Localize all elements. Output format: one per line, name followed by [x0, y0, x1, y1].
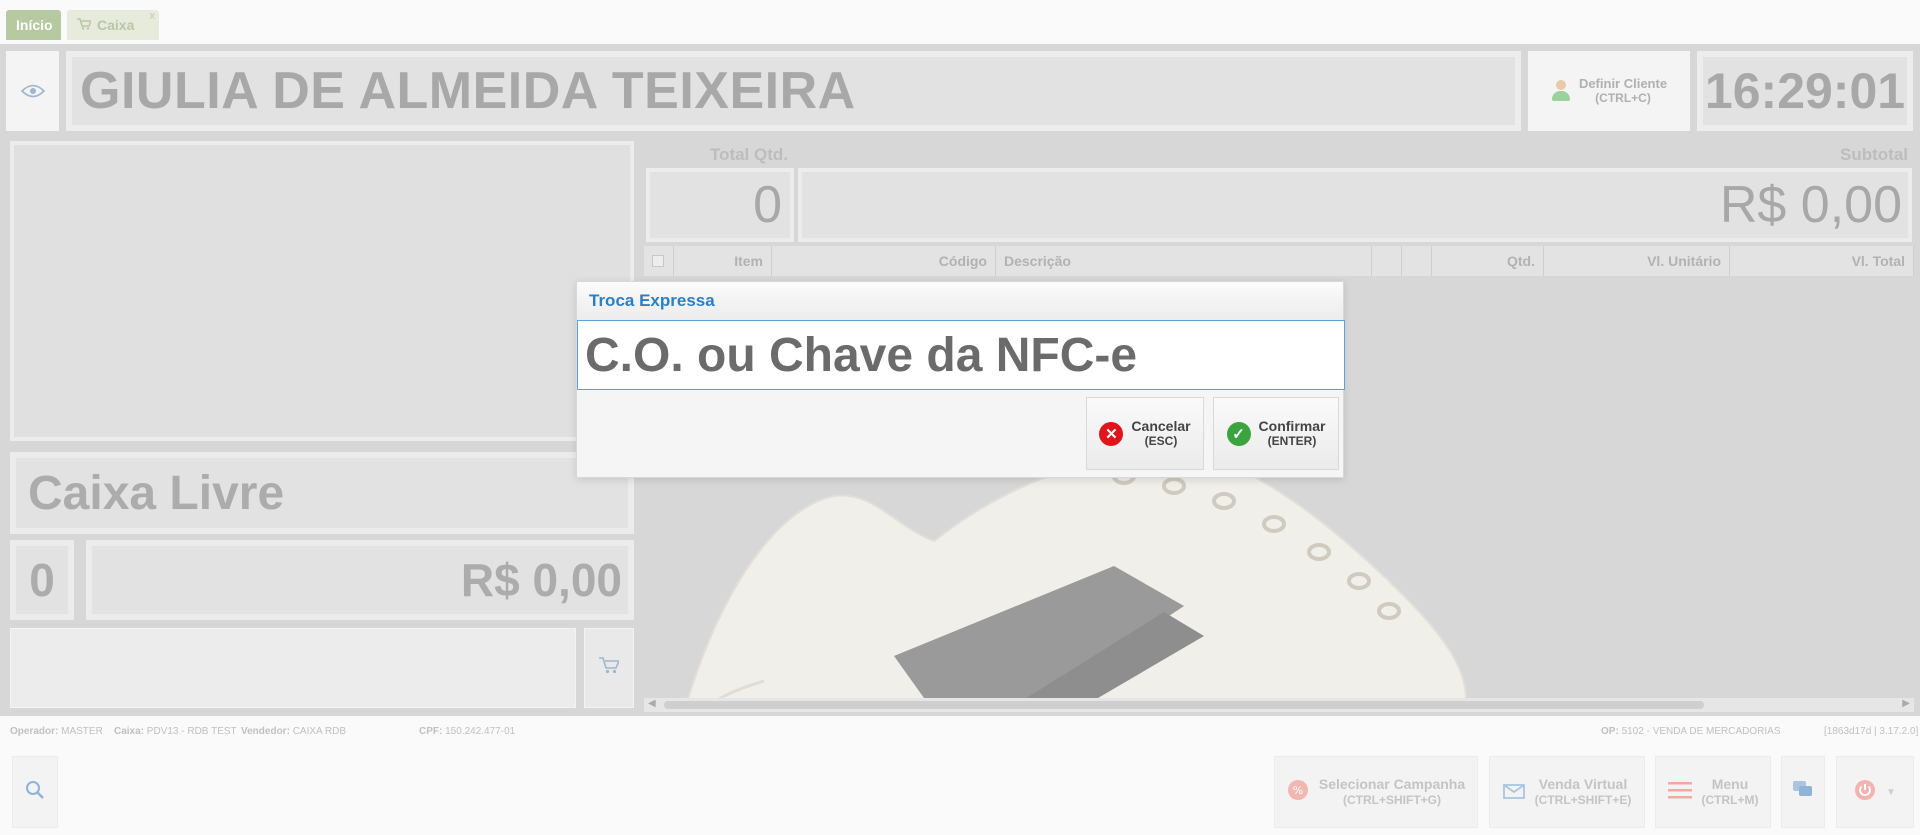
define-client-shortcut: (CTRL+C) — [1595, 91, 1651, 105]
virtual-sale-shortcut: (CTRL+SHIFT+E) — [1534, 793, 1632, 807]
dialog-title: Troca Expressa — [577, 282, 1343, 320]
chevron-down-icon[interactable]: ▼ — [1886, 787, 1896, 798]
virtual-sale-button[interactable]: Venda Virtual (CTRL+SHIFT+E) — [1489, 756, 1645, 828]
vendedor-label: Vendedor: — [241, 726, 290, 737]
operador-value: MASTER — [61, 726, 103, 737]
col-descricao[interactable]: Descrição — [996, 246, 1372, 276]
horizontal-scrollbar[interactable]: ◀ ▶ — [644, 698, 1914, 712]
col-item[interactable]: Item — [674, 246, 772, 276]
subtotal-label: Subtotal — [1840, 145, 1908, 164]
cart-icon — [599, 657, 621, 679]
subtotal-display: R$ 0,00 — [798, 168, 1912, 242]
cpf-label: CPF: — [419, 726, 443, 737]
op-value: 5102 - VENDA DE MERCADORIAS — [1621, 726, 1781, 737]
col-vl-unitario[interactable]: Vl. Unitário — [1544, 246, 1730, 276]
scroll-right-icon[interactable]: ▶ — [1902, 698, 1910, 709]
tab-inicio[interactable]: Início — [6, 10, 61, 40]
version-label: [1863d17d | 3.17.2.0] — [1824, 726, 1919, 737]
search-icon — [25, 780, 45, 805]
campaign-shortcut: (CTRL+SHIFT+G) — [1343, 793, 1441, 807]
clock-display: 16:29:01 — [1697, 51, 1913, 131]
cancel-button[interactable]: ✕ Cancelar (ESC) — [1086, 397, 1204, 470]
op-label: OP: — [1601, 726, 1619, 737]
tab-bar: Início Caixa x — [0, 0, 1920, 44]
scroll-thumb[interactable] — [664, 701, 1704, 709]
tab-caixa-label: Caixa — [97, 17, 135, 33]
cart-button[interactable] — [584, 628, 634, 708]
menu-label: Menu — [1711, 776, 1749, 792]
chat-button[interactable] — [1781, 756, 1825, 828]
confirm-shortcut: (ENTER) — [1267, 433, 1317, 448]
virtual-sale-label: Venda Virtual — [1538, 776, 1628, 792]
caixa-label: Caixa: — [114, 726, 145, 737]
troca-expressa-dialog: Troca Expressa ✕ Cancelar(ESC) ✓ Confirm… — [576, 281, 1345, 478]
chat-bubbles-icon — [1793, 780, 1813, 804]
scroll-left-icon[interactable]: ◀ — [648, 698, 656, 709]
vendedor-value: CAIXA RDB — [292, 726, 347, 737]
svg-text:%: % — [1293, 784, 1303, 797]
discount-badge-icon: % — [1287, 779, 1309, 806]
tab-close-icon[interactable]: x — [150, 10, 156, 22]
customer-name-display: GIULIA DE ALMEIDA TEIXEIRA — [66, 51, 1521, 131]
cancel-icon: ✕ — [1099, 421, 1124, 446]
cancel-shortcut: (ESC) — [1144, 433, 1178, 448]
nfce-key-input[interactable] — [577, 320, 1345, 390]
select-all-checkbox[interactable] — [644, 246, 674, 276]
select-campaign-button[interactable]: % Selecionar Campanha (CTRL+SHIFT+G) — [1274, 756, 1478, 828]
power-icon — [1854, 779, 1876, 806]
menu-shortcut: (CTRL+M) — [1701, 793, 1759, 807]
operador-label: Operador: — [10, 726, 59, 737]
define-client-label: Definir Cliente — [1578, 76, 1668, 91]
user-icon — [1551, 80, 1571, 102]
product-photo-area — [10, 141, 634, 441]
total-qtd-label: Total Qtd. — [709, 145, 788, 164]
check-icon: ✓ — [1226, 421, 1251, 446]
tab-inicio-label: Início — [16, 17, 53, 33]
define-client-button[interactable]: Definir Cliente (CTRL+C) — [1528, 51, 1690, 131]
product-code-input[interactable] — [10, 628, 576, 708]
campaign-label: Selecionar Campanha — [1318, 776, 1466, 792]
col-codigo[interactable]: Código — [772, 246, 996, 276]
tab-caixa[interactable]: Caixa x — [67, 10, 159, 40]
search-button[interactable] — [12, 756, 58, 828]
eye-icon — [20, 78, 45, 104]
col-vl-total[interactable]: Vl. Total — [1730, 246, 1914, 276]
cpf-value: 150.242.477-01 — [445, 726, 516, 737]
col-blank-2[interactable] — [1402, 246, 1432, 276]
confirm-button[interactable]: ✓ Confirmar (ENTER) — [1213, 397, 1339, 470]
col-qtd[interactable]: Qtd. — [1432, 246, 1544, 276]
cancel-label: Cancelar — [1131, 417, 1191, 434]
cart-icon — [77, 17, 93, 33]
item-total-display: R$ 0,00 — [86, 540, 634, 620]
caixa-value: PDV13 - RDB TEST — [146, 726, 237, 737]
register-status: Caixa Livre — [10, 452, 634, 534]
bottom-action-bar: % Selecionar Campanha (CTRL+SHIFT+G) Vend… — [0, 748, 1920, 835]
status-info-bar: Operador: MASTER Caixa: PDV13 - RDB TEST… — [0, 720, 1920, 742]
grid-header: Item Código Descrição Qtd. Vl. Unitário … — [644, 246, 1914, 276]
item-qty-display: 0 — [10, 540, 74, 620]
hamburger-menu-icon — [1667, 781, 1692, 804]
total-qtd-display: 0 — [646, 168, 794, 242]
col-blank-1[interactable] — [1372, 246, 1402, 276]
virtual-sale-icon — [1502, 781, 1525, 804]
menu-button[interactable]: Menu (CTRL+M) — [1655, 756, 1771, 828]
confirm-label: Confirmar — [1258, 417, 1326, 434]
eye-button[interactable] — [6, 51, 59, 131]
power-button[interactable]: ▼ — [1836, 756, 1914, 828]
